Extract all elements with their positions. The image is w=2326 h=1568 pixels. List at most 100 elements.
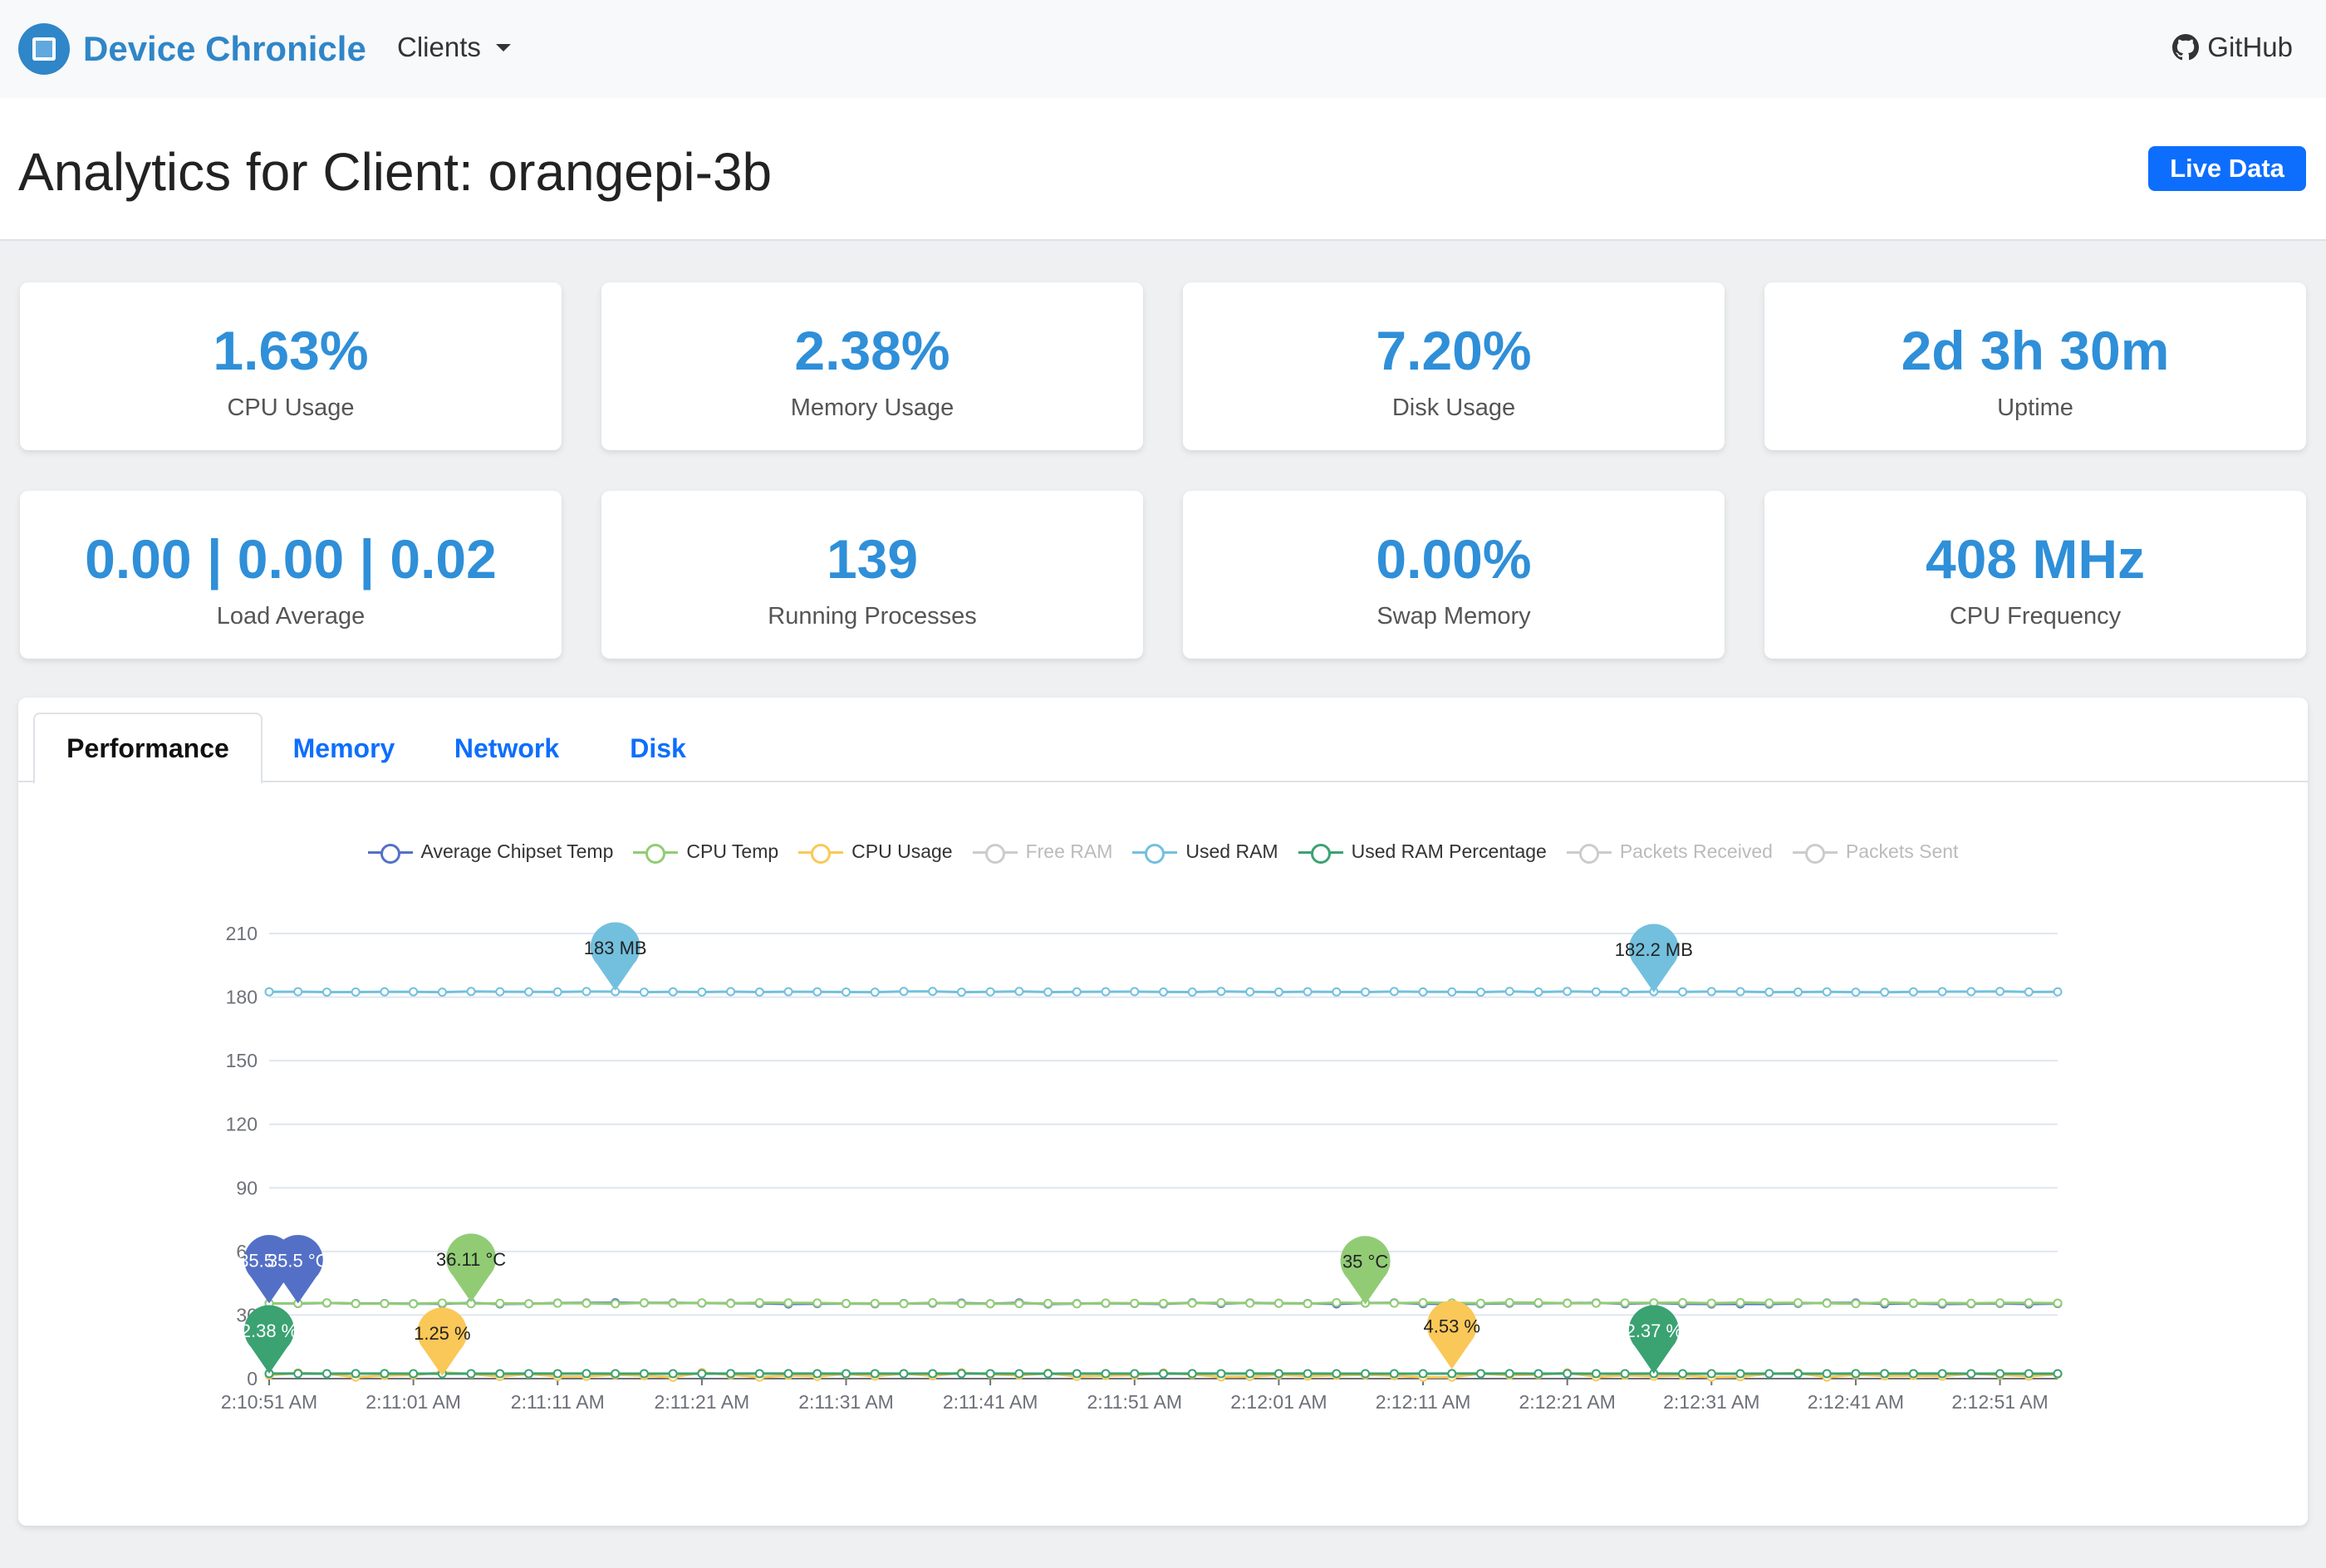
stat-card-running-processes: 139 Running Processes [601,491,1143,659]
data-point [1764,987,1774,997]
data-point [639,1369,649,1379]
brand-link[interactable]: Device Chronicle [18,23,366,75]
stat-value: 0.00 | 0.00 | 0.02 [85,528,497,590]
data-point [293,987,303,997]
x-tick-label: 2:12:41 AM [1808,1391,1904,1413]
data-point [1418,1298,1428,1308]
data-point [1130,1369,1140,1379]
y-tick-label: 0 [247,1368,258,1389]
data-point [351,987,361,997]
data-point [812,1298,822,1308]
data-point [1245,1298,1255,1308]
data-point [1764,1298,1774,1308]
stat-label: CPU Frequency [1949,603,2122,630]
data-point [2024,987,2034,997]
clients-label: Clients [397,32,481,62]
markpoint-label: 182.2 MB [1615,939,1693,960]
markpoint-label: 183 MB [584,938,647,958]
stat-label: Memory Usage [790,394,954,421]
data-point [1418,987,1428,997]
y-tick-label: 150 [226,1050,258,1071]
data-point [668,1369,678,1379]
data-point [956,1299,966,1309]
data-point [1130,987,1140,997]
data-point [437,987,447,997]
data-point [1533,1369,1543,1379]
data-point [1880,1369,1890,1379]
stat-value: 2.38% [794,320,950,381]
data-point [1014,987,1024,997]
x-tick-label: 2:11:41 AM [943,1391,1038,1413]
data-point [1389,987,1399,997]
data-point [2053,987,2063,997]
data-point [1273,1369,1283,1379]
data-point [1937,1369,1947,1379]
data-point [1793,987,1803,997]
x-tick-label: 2:12:01 AM [1230,1391,1327,1413]
data-point [552,1298,562,1308]
data-point [1418,1369,1428,1379]
y-tick-label: 180 [226,987,258,1008]
data-point [1245,1369,1255,1379]
data-point [1764,1369,1774,1379]
data-point [409,987,419,997]
data-point [437,1298,447,1308]
data-point [697,1369,707,1379]
data-point [1908,987,1918,997]
data-point [726,1298,736,1308]
stat-card-disk-usage: 7.20% Disk Usage [1183,282,1725,450]
x-tick-label: 2:12:11 AM [1376,1391,1471,1413]
data-point [380,1299,390,1309]
stat-label: Swap Memory [1376,603,1531,630]
data-point [754,1369,764,1379]
data-point [697,987,707,997]
data-point [1159,1369,1168,1379]
data-point [956,1369,966,1379]
data-point [1620,987,1630,997]
data-point [1851,987,1861,997]
data-point [1504,1369,1514,1379]
navbar: Device Chronicle Clients GitHub [0,0,2326,98]
data-point [1563,1369,1573,1379]
data-point [1447,987,1457,997]
data-point [321,1298,331,1308]
stat-card-cpu-usage: 1.63% CPU Usage [20,282,562,450]
data-point [1563,1298,1573,1308]
markpoint-label: 4.53 % [1424,1316,1481,1336]
data-point [1303,987,1313,997]
data-point [1389,1369,1399,1379]
x-tick-label: 2:11:31 AM [798,1391,894,1413]
data-point [582,1298,591,1308]
clients-dropdown[interactable]: Clients [397,32,511,63]
data-point [985,1299,995,1309]
data-point [2024,1298,2034,1308]
data-point [783,1369,793,1379]
data-point [1591,1369,1601,1379]
performance-chart: 03060901201501802102:10:51 AM2:11:01 AM2… [221,922,2063,1413]
stat-label: CPU Usage [227,394,355,421]
data-point [409,1299,419,1309]
data-point [1966,987,1976,997]
data-point [293,1369,303,1379]
data-point [639,987,649,997]
data-point [1332,1369,1342,1379]
data-point [495,1369,505,1379]
data-point [1735,987,1745,997]
data-point [321,1369,331,1379]
data-point [899,1299,909,1309]
data-point [1591,1298,1601,1308]
brand-name: Device Chronicle [83,29,366,68]
data-point [1216,1369,1226,1379]
live-data-button[interactable]: Live Data [2148,146,2306,191]
data-point [1273,987,1283,997]
github-link[interactable]: GitHub [2172,32,2293,63]
x-tick-label: 2:11:11 AM [511,1391,605,1413]
stat-value: 1.63% [213,320,369,381]
data-point [1735,1297,1745,1307]
markpoint-label: 35 °C [1342,1252,1388,1272]
data-point [1533,987,1543,997]
data-point [380,987,390,997]
data-point [321,987,331,997]
data-point [1216,987,1226,997]
data-point [783,987,793,997]
